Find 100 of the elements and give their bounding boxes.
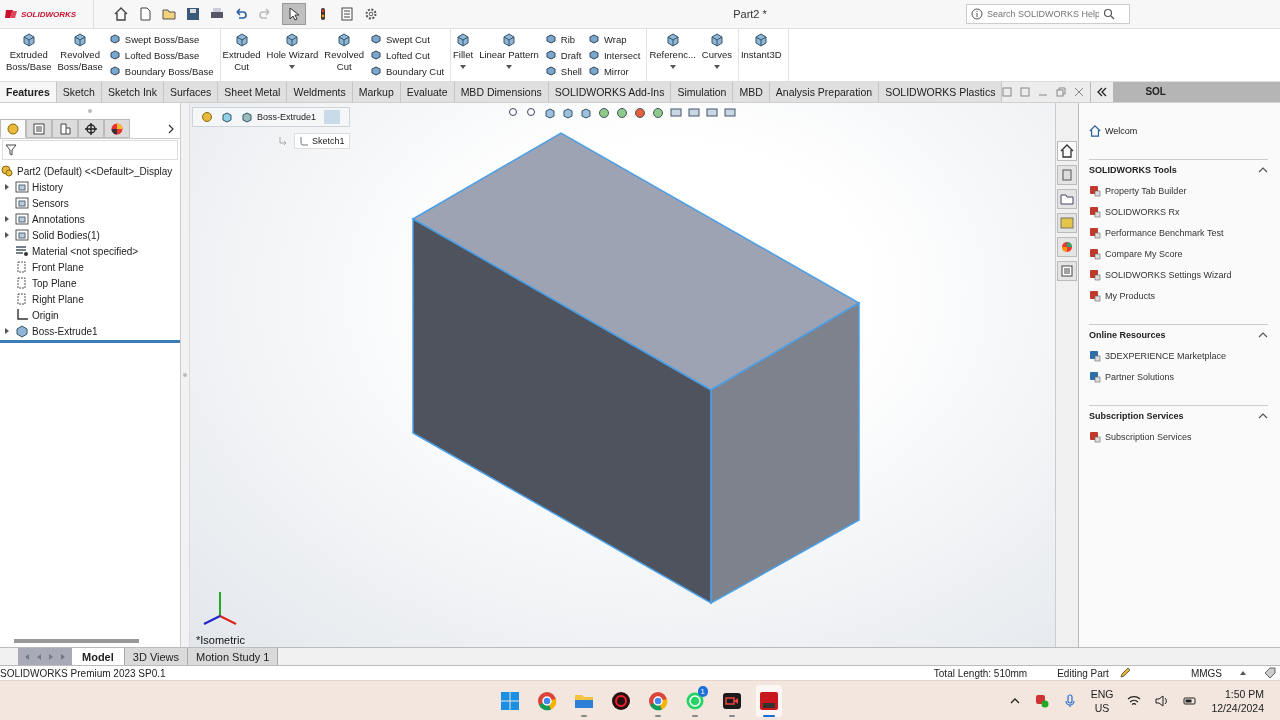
- collapse-icon[interactable]: [1097, 87, 1108, 97]
- view-tool-icon[interactable]: [561, 107, 574, 119]
- handle-icon[interactable]: [87, 108, 93, 114]
- command-tab[interactable]: MBD: [733, 82, 770, 102]
- search-field[interactable]: Search SOLIDWORKS Help: [987, 7, 1099, 21]
- view-tool-icon[interactable]: [669, 107, 682, 119]
- command-tab[interactable]: Weldments: [287, 82, 353, 102]
- command-tab[interactable]: MBD Dimensions: [454, 82, 549, 102]
- ribbon-button[interactable]: Curves: [701, 31, 732, 81]
- ribbon-button[interactable]: Instant3D: [740, 31, 782, 81]
- view-tool-icon[interactable]: [633, 107, 646, 119]
- ribbon-button[interactable]: Revolved Boss/Base: [57, 31, 103, 81]
- language-indicator[interactable]: US: [1094, 700, 1110, 715]
- language-indicator[interactable]: ENG: [1090, 686, 1114, 701]
- browser-icon[interactable]: [537, 690, 557, 711]
- chevron-up-icon[interactable]: [1258, 411, 1268, 421]
- help-icon[interactable]: [971, 8, 983, 20]
- ribbon-button[interactable]: Boundary Cut: [369, 65, 445, 77]
- ribbon-button[interactable]: Lofted Boss/Base: [108, 49, 214, 61]
- task-pane-link[interactable]: Compare My Score: [1089, 243, 1268, 264]
- ribbon-button[interactable]: Intersect: [587, 49, 641, 61]
- expand-arrow-icon[interactable]: [4, 184, 10, 190]
- tree-item[interactable]: Origin: [0, 307, 180, 323]
- expand-arrow-icon[interactable]: [4, 328, 10, 334]
- search-icon[interactable]: [1103, 8, 1115, 20]
- app-icon[interactable]: [611, 690, 631, 711]
- task-pane-link[interactable]: My Products: [1089, 285, 1268, 306]
- close-icon[interactable]: [1074, 87, 1085, 97]
- ribbon-button[interactable]: Swept Boss/Base: [108, 33, 214, 45]
- ribbon-button[interactable]: Swept Cut: [369, 33, 445, 45]
- view-tool-icon[interactable]: [597, 107, 610, 119]
- scrollbar[interactable]: [14, 639, 139, 643]
- ribbon-button[interactable]: Revolved Cut: [324, 31, 364, 81]
- command-tab[interactable]: Surfaces: [163, 82, 219, 102]
- command-tab[interactable]: Features: [0, 82, 57, 102]
- app-icon[interactable]: [759, 690, 779, 711]
- chat-icon[interactable]: [685, 690, 705, 711]
- tile-left-icon[interactable]: [1002, 87, 1013, 97]
- tree-item[interactable]: Part2 (Default) <<Default>_Display: [0, 163, 180, 179]
- tree-item[interactable]: Front Plane: [0, 259, 180, 275]
- caret-up-icon[interactable]: [1240, 670, 1246, 676]
- chevron-right-icon[interactable]: [166, 123, 176, 134]
- ribbon-button[interactable]: Linear Pattern: [479, 31, 539, 81]
- breadcrumb-item[interactable]: Boss-Extrude1: [257, 112, 317, 122]
- expand-arrow-icon[interactable]: [4, 232, 10, 238]
- command-tab[interactable]: Sheet Metal: [218, 82, 288, 102]
- chevron-up-icon[interactable]: [1258, 165, 1268, 175]
- model-tab[interactable]: 3D Views: [124, 648, 189, 665]
- command-tab[interactable]: Sketch: [56, 82, 102, 102]
- properties-icon[interactable]: [1057, 261, 1077, 281]
- save-icon[interactable]: [186, 7, 200, 21]
- security-icon[interactable]: [1034, 693, 1049, 708]
- undo-icon[interactable]: [234, 7, 248, 21]
- cube-icon[interactable]: [221, 111, 233, 123]
- task-pane-link[interactable]: Subscription Services: [1089, 426, 1268, 447]
- taskbar-button[interactable]: 1: [682, 684, 708, 717]
- tree-item[interactable]: Annotations: [0, 211, 180, 227]
- tree-item[interactable]: History: [0, 179, 180, 195]
- command-tab[interactable]: SOLIDWORKS Add-Ins: [548, 82, 672, 102]
- command-tab[interactable]: Analysis Preparation: [769, 82, 880, 102]
- command-tab[interactable]: Sketch Ink: [101, 82, 164, 102]
- task-pane-link[interactable]: 3DEXPERIENCE Marketplace: [1089, 345, 1268, 366]
- view-tool-icon[interactable]: [579, 107, 592, 119]
- new-document-icon[interactable]: [138, 7, 152, 21]
- home-icon[interactable]: [1057, 141, 1077, 161]
- clock-time[interactable]: 1:50 PM: [1224, 686, 1264, 701]
- task-pane-link[interactable]: SOLIDWORKS Settings Wizard: [1089, 264, 1268, 285]
- ribbon-button[interactable]: Shell: [544, 65, 582, 77]
- task-pane-link[interactable]: SOLIDWORKS Rx: [1089, 201, 1268, 222]
- task-pane-link[interactable]: Partner Solutions: [1089, 366, 1268, 387]
- sketch-chip[interactable]: Sketch1: [294, 133, 350, 149]
- ribbon-button[interactable]: Referenc...: [649, 31, 696, 81]
- appearance-icon[interactable]: [1057, 237, 1077, 257]
- part-icon[interactable]: [201, 111, 213, 123]
- ribbon-button[interactable]: Boundary Boss/Base: [108, 65, 214, 77]
- tree-item[interactable]: Sensors: [0, 195, 180, 211]
- ribbon-button[interactable]: Fillet: [453, 31, 474, 81]
- view-tool-icon[interactable]: [507, 107, 520, 119]
- feature-icon[interactable]: [241, 111, 253, 123]
- model-tab[interactable]: Motion Study 1: [188, 648, 279, 665]
- settings-icon[interactable]: [364, 7, 378, 21]
- view-tool-icon[interactable]: [543, 107, 556, 119]
- task-pane-link[interactable]: Property Tab Builder: [1089, 180, 1268, 201]
- model-tab[interactable]: Model: [72, 648, 125, 665]
- file-properties-icon[interactable]: [340, 7, 354, 21]
- tree-item[interactable]: Solid Bodies(1): [0, 227, 180, 243]
- expand-arrow-icon[interactable]: [4, 216, 10, 222]
- view-tool-icon[interactable]: [723, 107, 736, 119]
- print-icon[interactable]: [210, 7, 224, 21]
- ribbon-button[interactable]: Extruded Boss/Base: [6, 31, 52, 81]
- view-tool-icon[interactable]: [687, 107, 700, 119]
- command-tab[interactable]: SOLIDWORKS Plastics: [879, 82, 1003, 102]
- chevron-up-icon[interactable]: [1258, 330, 1268, 340]
- command-tab[interactable]: Evaluate: [400, 82, 455, 102]
- search-box[interactable]: Search SOLIDWORKS Help: [966, 4, 1130, 24]
- tree-item[interactable]: Top Plane: [0, 275, 180, 291]
- tree-item[interactable]: Material <not specified>: [0, 243, 180, 259]
- view-tool-icon[interactable]: [525, 107, 538, 119]
- filter-field[interactable]: [2, 140, 178, 160]
- wifi-icon[interactable]: [1127, 693, 1142, 708]
